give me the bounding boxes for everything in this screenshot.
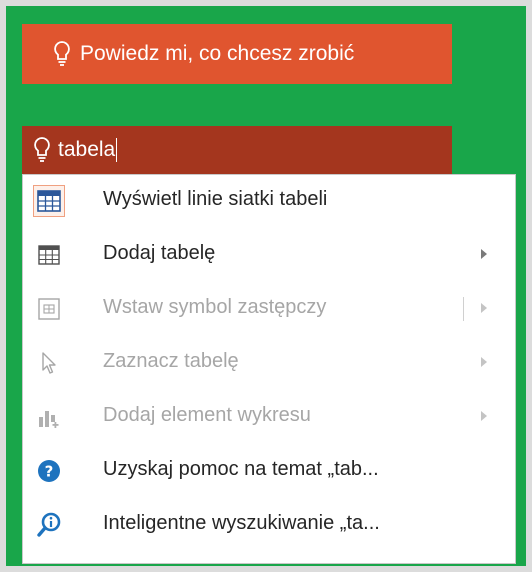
menu-item-insert-placeholder[interactable]: Wstaw symbol zastępczy: [23, 285, 515, 333]
menu-item-select-table[interactable]: Zaznacz tabelę: [23, 339, 515, 387]
menu-item-smart-lookup[interactable]: Inteligentne wyszukiwanie „ta...: [23, 501, 515, 549]
svg-text:?: ?: [45, 463, 54, 481]
menu-item-label: Inteligentne wyszukiwanie „ta...: [103, 512, 380, 534]
menu-item-label: Zaznacz tabelę: [103, 350, 239, 372]
ribbon-background: Powiedz mi, co chcesz zrobić tabela Wyśw…: [6, 6, 526, 566]
tell-me-label: Powiedz mi, co chcesz zrobić: [80, 42, 355, 65]
smart-lookup-icon: [33, 509, 65, 541]
menu-item-label: Wyświetl linie siatki tabeli: [103, 188, 328, 210]
help-icon: ?: [33, 455, 65, 487]
lightbulb-icon: [52, 40, 72, 68]
menu-item-view-table-gridlines[interactable]: Wyświetl linie siatki tabeli: [23, 177, 515, 225]
menu-item-get-help[interactable]: ? Uzyskaj pomoc na temat „tab...: [23, 447, 515, 495]
submenu-arrow-icon: [481, 303, 487, 313]
search-results-menu: Wyświetl linie siatki tabeli Dodaj tabel…: [22, 174, 516, 564]
lightbulb-icon: [32, 136, 52, 164]
split-divider: [463, 297, 464, 321]
menu-item-label: Dodaj tabelę: [103, 242, 216, 264]
menu-item-label: Wstaw symbol zastępczy: [103, 296, 327, 318]
search-query[interactable]: tabela: [58, 138, 115, 162]
chart-element-icon: [33, 401, 65, 433]
table-icon: [33, 239, 65, 271]
submenu-arrow-icon: [481, 357, 487, 367]
placeholder-icon: [33, 293, 65, 325]
text-cursor: [116, 138, 118, 162]
submenu-arrow-icon: [481, 411, 487, 421]
tell-me-search-input[interactable]: tabela: [22, 126, 452, 174]
table-gridlines-icon: [33, 185, 65, 217]
tell-me-box[interactable]: Powiedz mi, co chcesz zrobić: [22, 24, 452, 84]
pointer-cursor-icon: [33, 347, 65, 379]
menu-item-label: Dodaj element wykresu: [103, 404, 311, 426]
menu-item-label: Uzyskaj pomoc na temat „tab...: [103, 458, 379, 480]
menu-item-add-chart-element[interactable]: Dodaj element wykresu: [23, 393, 515, 441]
submenu-arrow-icon: [481, 249, 487, 259]
menu-item-add-table[interactable]: Dodaj tabelę: [23, 231, 515, 279]
